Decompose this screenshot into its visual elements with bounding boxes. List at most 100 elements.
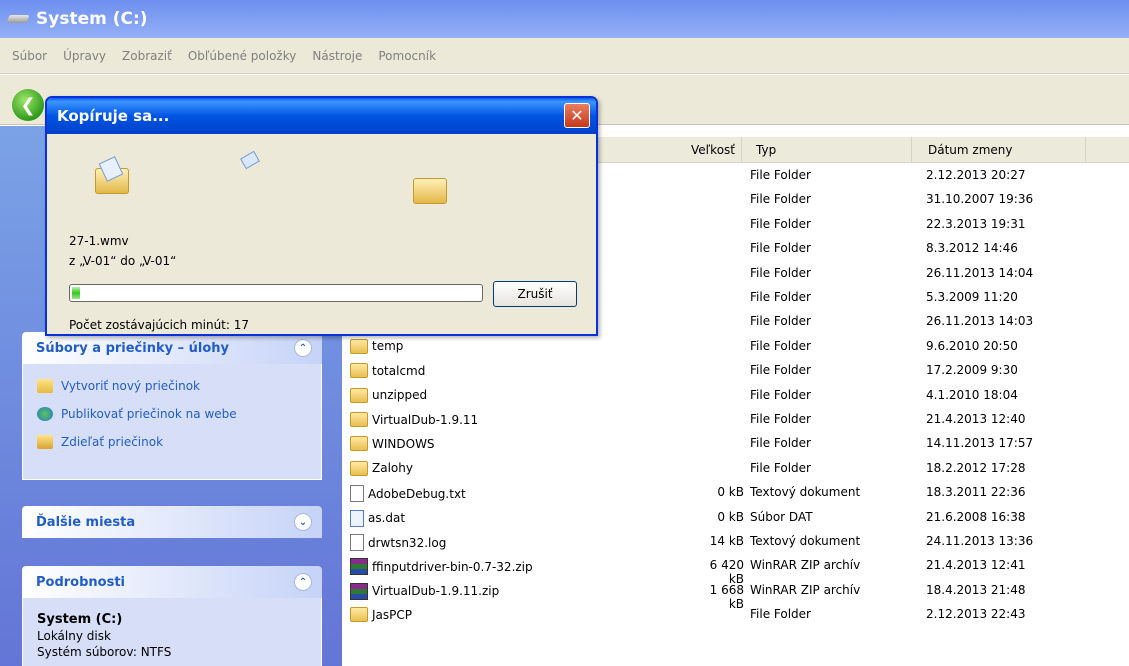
file-tasks-header[interactable]: Súbory a priečinky – úlohy ⌃ [22, 332, 322, 364]
file-row[interactable]: ffinputdriver-bin-0.7-32.zip 6 420 kB WinR… [342, 554, 1129, 586]
window-title: System (C:) [36, 9, 148, 29]
task-publish-web[interactable]: Publikovať priečinok na webe [37, 400, 307, 428]
share-folder-icon [37, 435, 53, 449]
file-date: 5.3.2009 11:20 [926, 290, 1018, 304]
other-places-header[interactable]: Ďalšie miesta ⌄ [22, 506, 322, 538]
copy-dialog-titlebar[interactable]: Kopíruje sa... ✕ [47, 98, 596, 134]
file-row[interactable]: totalcmd File Folder 17.2.2009 9:30 [342, 359, 1129, 383]
file-row[interactable]: WINDOWS File Folder 14.11.2013 17:57 [342, 432, 1129, 456]
close-icon: ✕ [570, 106, 584, 125]
details-drive-kind: Lokálny disk [37, 629, 111, 643]
file-date: 4.1.2010 18:04 [926, 387, 1018, 402]
file-row[interactable]: Zalohy File Folder 18.2.2012 17:28 [342, 457, 1129, 481]
file-name-cell: as.dat [350, 509, 406, 527]
file-tasks-panel: Súbory a priečinky – úlohy ⌃ Vytvoriť no… [22, 332, 322, 480]
details-title: Podrobnosti [36, 574, 126, 590]
copy-dialog-title: Kopíruje sa... [57, 107, 170, 125]
file-name-cell: VirtualDub-1.9.11.zip [350, 582, 500, 600]
file-size: 0 kB [717, 509, 744, 524]
file-name: totalcmd [372, 363, 426, 378]
task-publish-web-label: Publikovať priečinok na webe [61, 407, 237, 421]
file-type: File Folder [750, 241, 811, 256]
folder-icon [350, 607, 368, 623]
menu-bar: Súbor Úpravy Zobraziť Obľúbené položky N… [0, 38, 1129, 74]
task-new-folder[interactable]: Vytvoriť nový priečinok [37, 372, 307, 400]
file-name: VirtualDub-1.9.11.zip [372, 584, 500, 599]
menu-tools[interactable]: Nástroje [312, 49, 362, 63]
file-type: File Folder [750, 607, 811, 622]
file-row[interactable]: drwtsn32.log 14 kB Textový dokument 24.11.2… [342, 530, 1129, 554]
details-file-system: Systém súborov: NTFS [37, 645, 172, 659]
file-date: 21.4.2013 12:41 [926, 558, 1026, 573]
copy-progress-fill [72, 287, 81, 299]
file-row[interactable]: as.dat 0 kB Súbor DAT 21.6.2008 16:38 [342, 506, 1129, 530]
file-date: 17.2.2009 9:30 [926, 363, 1018, 378]
text-file-icon [350, 485, 364, 503]
file-date: 2.12.2013 20:27 [926, 168, 1026, 182]
file-row[interactable]: unzipped File Folder 4.1.2010 18:04 [342, 384, 1129, 408]
file-date: 31.10.2007 19:36 [926, 192, 1034, 207]
menu-view[interactable]: Zobraziť [122, 49, 172, 63]
folder-icon [350, 436, 368, 452]
menu-file[interactable]: Súbor [12, 49, 47, 63]
column-type[interactable]: Typ [742, 137, 912, 163]
column-date[interactable]: Dátum zmeny [912, 137, 1086, 163]
file-type: File Folder [750, 290, 811, 304]
column-type-label: Typ [756, 143, 777, 157]
winrar-archive-icon [350, 558, 368, 576]
window-titlebar[interactable]: System (C:) [0, 0, 1129, 38]
file-date: 9.6.2010 20:50 [926, 338, 1018, 353]
winrar-archive-icon [350, 582, 368, 600]
close-button[interactable]: ✕ [564, 103, 590, 128]
column-date-label: Dátum zmeny [928, 143, 1013, 157]
file-type: File Folder [750, 338, 811, 353]
copy-progress-bar [69, 284, 483, 302]
file-row[interactable]: JasPCP File Folder 2.12.2013 22:43 [342, 603, 1129, 627]
details-panel: Podrobnosti ⌃ System (C:) Lokálny disk S… [22, 566, 322, 666]
file-date: 21.4.2013 12:40 [926, 412, 1026, 426]
file-type: Súbor DAT [750, 509, 813, 524]
file-name-cell: Zalohy [350, 460, 413, 476]
file-type: Textový dokument [750, 485, 861, 500]
details-header[interactable]: Podrobnosti ⌃ [22, 566, 322, 598]
file-name: unzipped [372, 388, 428, 403]
file-name-cell: WINDOWS [350, 436, 435, 452]
text-file-icon [350, 534, 364, 551]
hard-drive-icon [6, 12, 30, 26]
copy-filename: 27-1.wmv [69, 234, 129, 248]
column-size[interactable]: Veľkosť [598, 137, 742, 163]
file-date: 14.11.2013 17:57 [926, 436, 1034, 451]
file-tasks-body: Vytvoriť nový priečinok Publikovať prieč… [22, 364, 322, 480]
task-share-folder[interactable]: Zdieľať priečinok [37, 428, 307, 456]
file-type: File Folder [750, 387, 811, 402]
file-type: File Folder [750, 168, 811, 182]
file-name-cell: totalcmd [350, 363, 426, 379]
cancel-button[interactable]: Zrušiť [493, 281, 577, 307]
file-date: 21.6.2008 16:38 [926, 509, 1026, 524]
file-name: Zalohy [372, 461, 413, 476]
file-row[interactable]: VirtualDub-1.9.11 File Folder 21.4.2013 12… [342, 408, 1129, 432]
file-name-cell: unzipped [350, 387, 428, 403]
menu-edit[interactable]: Úpravy [63, 49, 106, 63]
menu-favorites[interactable]: Obľúbené položky [188, 49, 297, 63]
new-folder-icon [37, 379, 53, 393]
copy-source-destination: z „V-01“ do „V-01“ [69, 254, 177, 268]
collapse-chevron-icon[interactable]: ⌃ [294, 573, 312, 591]
folder-icon [350, 460, 368, 476]
folder-icon [350, 387, 368, 403]
back-button[interactable]: ❮ [12, 89, 44, 121]
collapse-chevron-icon[interactable]: ⌃ [294, 339, 312, 357]
file-row[interactable]: temp File Folder 9.6.2010 20:50 [342, 335, 1129, 359]
expand-chevron-icon[interactable]: ⌄ [294, 513, 312, 531]
file-name: JasPCP [372, 607, 412, 622]
column-size-label: Veľkosť [691, 143, 735, 157]
file-name: as.dat [368, 511, 406, 526]
file-row[interactable]: AdobeDebug.txt 0 kB Textový dokument 18.3.2… [342, 481, 1129, 505]
other-places-title: Ďalšie miesta [36, 514, 136, 530]
file-date: 18.3.2011 22:36 [926, 485, 1026, 500]
menu-help[interactable]: Pomocník [378, 49, 436, 63]
file-name: VirtualDub-1.9.11 [372, 412, 479, 427]
file-type: File Folder [750, 436, 811, 451]
file-row[interactable]: VirtualDub-1.9.11.zip 1 668 kB WinRAR ZIP … [342, 579, 1129, 611]
folder-icon [350, 338, 368, 354]
